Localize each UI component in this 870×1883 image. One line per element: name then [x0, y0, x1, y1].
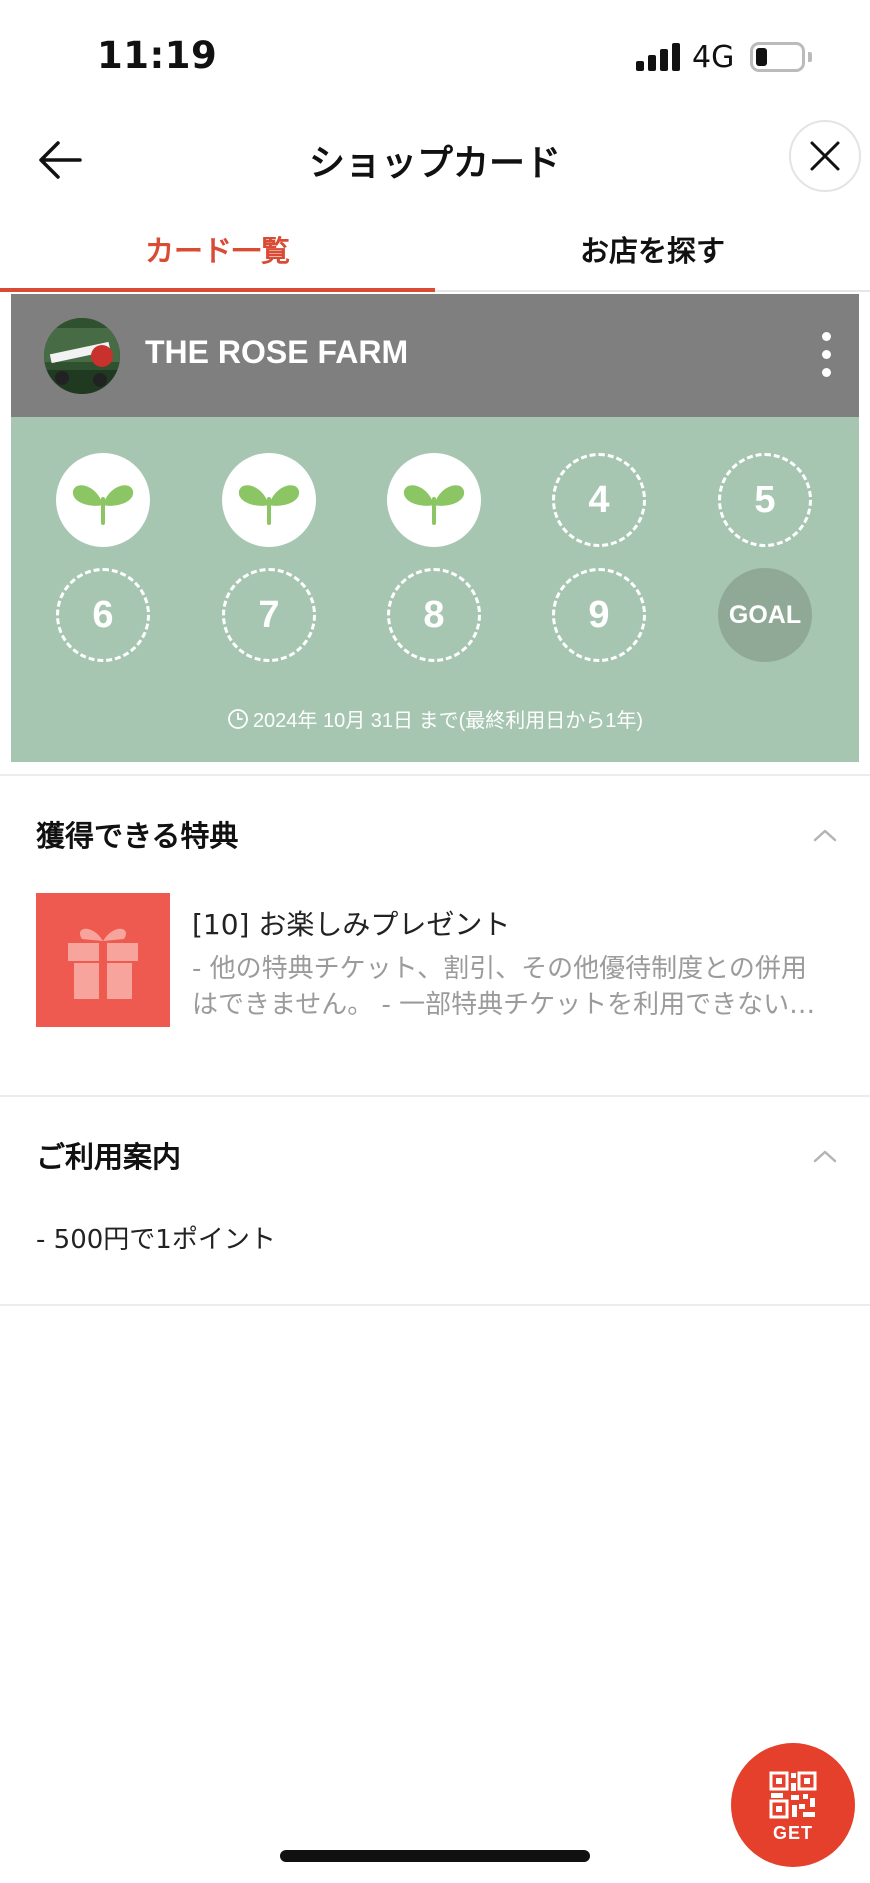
- tab-active-indicator: [0, 288, 435, 292]
- sprout-icon: [72, 485, 134, 525]
- status-bar: 11:19 4G: [0, 0, 870, 110]
- sprout-icon: [238, 485, 300, 525]
- more-options-icon[interactable]: [817, 332, 837, 378]
- benefit-desc-line-2: はできません。 - 一部特典チケットを利用できない…: [192, 990, 816, 1020]
- shop-card-header: THE ROSE FARM: [11, 294, 859, 417]
- chevron-up-icon[interactable]: [812, 1148, 838, 1164]
- guide-title: ご利用案内: [36, 1140, 182, 1174]
- divider: [0, 1095, 870, 1097]
- benefit-description: - 他の特典チケット、割引、その他優待制度との併用 はできません。 - 一部特典…: [192, 951, 838, 1023]
- stamp-4: 4: [552, 453, 646, 547]
- tab-find-shop[interactable]: お店を探す: [435, 210, 870, 292]
- benefit-desc-line-1: - 他の特典チケット、割引、その他優待制度との併用: [192, 954, 807, 984]
- status-time: 11:19: [97, 34, 218, 77]
- qr-code-icon: [769, 1771, 817, 1819]
- get-qr-button[interactable]: GET: [731, 1743, 855, 1867]
- close-button[interactable]: [789, 120, 861, 192]
- benefits-title: 獲得できる特典: [36, 819, 239, 853]
- header: ショップカード: [0, 110, 870, 210]
- tab-card-list[interactable]: カード一覧: [0, 210, 435, 292]
- shop-name: THE ROSE FARM: [145, 334, 409, 370]
- clock-icon: [228, 709, 248, 729]
- stamp-2: [222, 453, 316, 547]
- shop-logo: [44, 318, 120, 394]
- signal-icon: [636, 43, 680, 71]
- get-label: GET: [772, 1823, 813, 1843]
- stamp-5: 5: [718, 453, 812, 547]
- stamp-6: 6: [56, 568, 150, 662]
- tab-bar: カード一覧 お店を探す: [0, 210, 870, 292]
- stamp-3: [387, 453, 481, 547]
- close-icon: [810, 141, 840, 171]
- expiry-info: 2024年 10月 31日 まで(最終利用日から1年): [11, 704, 859, 733]
- page-title: ショップカード: [308, 143, 561, 184]
- network-label: 4G: [692, 40, 735, 75]
- stamp-7: 7: [222, 568, 316, 662]
- gift-icon: [36, 893, 170, 1027]
- benefit-title[interactable]: [10] お楽しみプレゼント: [192, 903, 510, 943]
- chevron-up-icon[interactable]: [812, 827, 838, 843]
- home-indicator: [280, 1850, 590, 1862]
- guide-text: - 500円で1ポイント: [36, 1225, 276, 1255]
- shop-card[interactable]: THE ROSE FARM 4 5 6 7 8 9 GOAL 2024年 10月…: [11, 294, 859, 762]
- stamp-goal: GOAL: [718, 568, 812, 662]
- stamp-9: 9: [552, 568, 646, 662]
- divider: [0, 1304, 870, 1306]
- stamp-1: [56, 453, 150, 547]
- battery-icon: [750, 42, 805, 72]
- expiry-text: 2024年 10月 31日 まで(最終利用日から1年): [252, 710, 644, 732]
- battery-tip: [808, 52, 812, 62]
- divider: [0, 774, 870, 776]
- sprout-icon: [403, 485, 465, 525]
- stamp-8: 8: [387, 568, 481, 662]
